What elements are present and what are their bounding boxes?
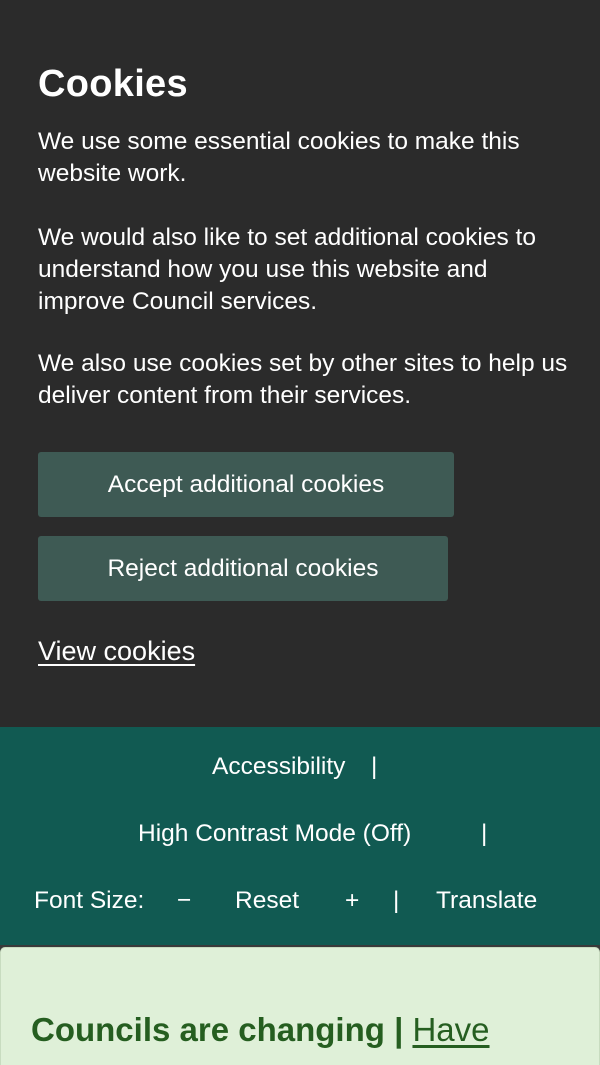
font-size-increase-button[interactable]: + [345,886,359,916]
toolbar-separator: | [371,753,378,780]
cookie-third-party-text: We also use cookies set by other sites t… [38,350,568,409]
toolbar-separator: | [481,820,488,847]
font-size-decrease-button[interactable]: − [177,886,191,916]
high-contrast-toggle[interactable]: High Contrast Mode (Off) [138,819,411,849]
cookie-essential-text: We use some essential cookies to make th… [38,128,520,187]
font-size-label: Font Size: [34,887,145,914]
notice-banner: Councils are changing | Have [0,947,600,1065]
cookie-additional-text: We would also like to set additional coo… [38,224,536,315]
cookie-banner: Cookies We use some essential cookies to… [0,0,600,727]
accessibility-link[interactable]: Accessibility [212,752,345,782]
accessibility-toolbar: Accessibility | High Contrast Mode (Off)… [0,727,600,945]
notice-banner-heading: Councils are changing | [31,1011,413,1048]
font-size-reset-button[interactable]: Reset [235,886,299,916]
toolbar-separator: | [393,887,400,914]
notice-banner-link[interactable]: Have [412,1011,489,1048]
cookie-banner-title: Cookies [38,63,188,105]
accept-cookies-button[interactable]: Accept additional cookies [38,452,454,517]
reject-cookies-button[interactable]: Reject additional cookies [38,536,448,601]
view-cookies-link[interactable]: View cookies [38,634,195,668]
translate-link[interactable]: Translate [436,886,537,916]
notice-banner-text: Councils are changing | Have [31,1010,490,1050]
